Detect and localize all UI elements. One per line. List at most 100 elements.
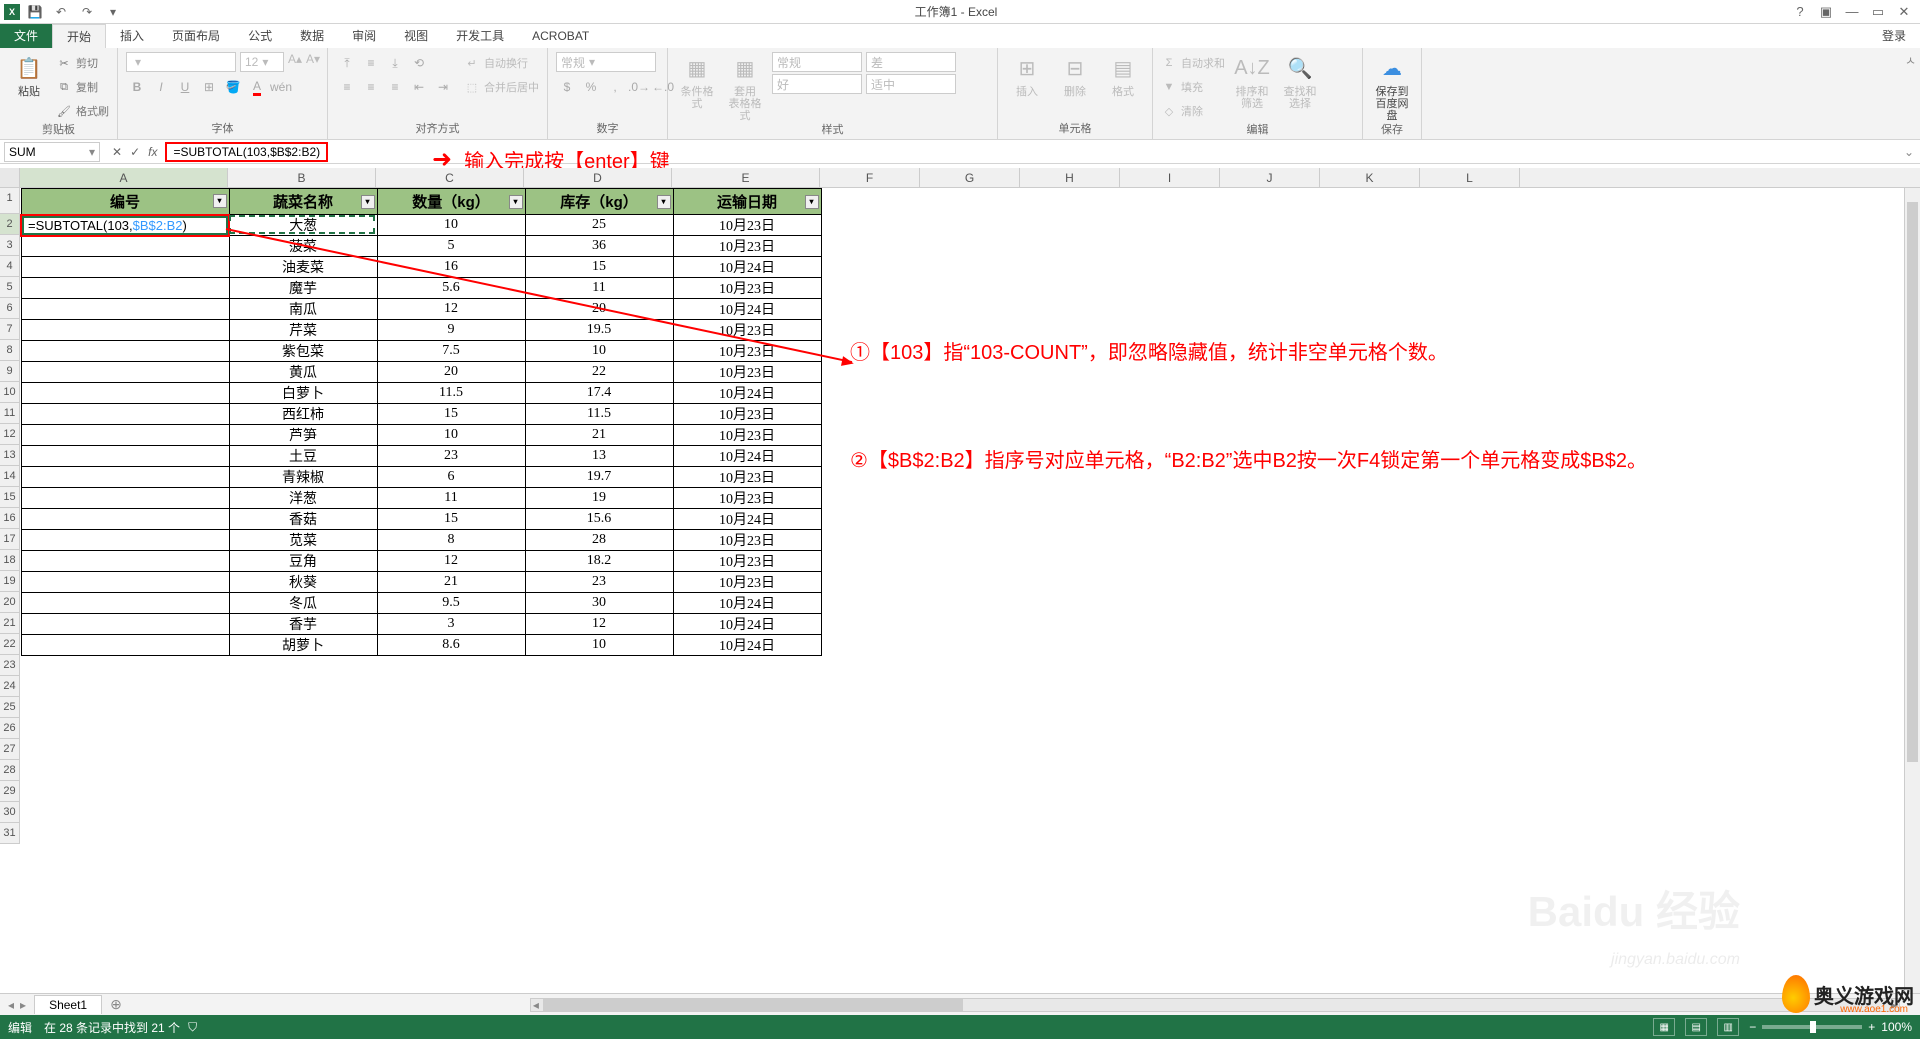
orientation-icon[interactable]: ⟲: [408, 52, 430, 74]
cell[interactable]: 28: [525, 530, 673, 551]
wrap-text-button[interactable]: ↵自动换行: [464, 52, 539, 74]
col-header-J[interactable]: J: [1220, 168, 1320, 187]
cell[interactable]: 7.5: [377, 341, 525, 362]
col-header-C[interactable]: C: [376, 168, 524, 187]
row-header-30[interactable]: 30: [0, 802, 20, 823]
cell[interactable]: 10: [525, 341, 673, 362]
cut-button[interactable]: ✂剪切: [56, 52, 109, 74]
cell[interactable]: 10月23日: [673, 467, 821, 488]
insert-cells-button[interactable]: ⊞插入: [1006, 52, 1048, 98]
cell[interactable]: 苋菜: [229, 530, 377, 551]
cell[interactable]: [21, 467, 229, 488]
cell[interactable]: 10月23日: [673, 425, 821, 446]
autosum-button[interactable]: Σ自动求和: [1161, 52, 1225, 74]
format-cells-button[interactable]: ▤格式: [1102, 52, 1144, 98]
cell[interactable]: 12: [377, 299, 525, 320]
cell[interactable]: 豆角: [229, 551, 377, 572]
cell[interactable]: 11: [377, 488, 525, 509]
vertical-scrollbar[interactable]: [1904, 188, 1920, 993]
row-header-21[interactable]: 21: [0, 613, 20, 634]
number-format-select[interactable]: 常规▾: [556, 52, 656, 72]
row-header-10[interactable]: 10: [0, 382, 20, 403]
sheet-tab-sheet1[interactable]: Sheet1: [34, 995, 102, 1014]
align-middle-icon[interactable]: ≡: [360, 52, 382, 74]
cell[interactable]: 8.6: [377, 635, 525, 656]
cell[interactable]: 10月24日: [673, 509, 821, 530]
cell[interactable]: 17.4: [525, 383, 673, 404]
cell[interactable]: [21, 278, 229, 299]
restore-icon[interactable]: ▭: [1866, 4, 1890, 20]
cell[interactable]: [21, 488, 229, 509]
cell[interactable]: 10月23日: [673, 572, 821, 593]
spreadsheet-grid[interactable]: ABCDEFGHIJKL 123456789101112131415161718…: [0, 168, 1920, 985]
qat-dropdown-icon[interactable]: ▾: [102, 2, 124, 22]
sheet-nav-prev-icon[interactable]: ◂: [8, 998, 14, 1012]
border-button[interactable]: ⊞: [198, 76, 220, 98]
col-header-F[interactable]: F: [820, 168, 920, 187]
cell[interactable]: [21, 446, 229, 467]
row-header-29[interactable]: 29: [0, 781, 20, 802]
zoom-slider[interactable]: [1762, 1025, 1862, 1029]
row-header-9[interactable]: 9: [0, 361, 20, 382]
cell[interactable]: 25: [525, 215, 673, 236]
align-left-icon[interactable]: ≡: [336, 76, 358, 98]
cell[interactable]: 10月24日: [673, 614, 821, 635]
cell[interactable]: 芹菜: [229, 320, 377, 341]
collapse-ribbon-icon[interactable]: ㅅ: [1905, 52, 1916, 69]
find-select-button[interactable]: 🔍查找和选择: [1279, 52, 1321, 110]
filter-dropdown-icon[interactable]: ▾: [213, 194, 227, 208]
tab-acrobat[interactable]: ACROBAT: [518, 24, 603, 48]
cancel-formula-icon[interactable]: ✕: [112, 145, 122, 159]
cell[interactable]: [21, 551, 229, 572]
row-header-15[interactable]: 15: [0, 487, 20, 508]
cell-editor[interactable]: =SUBTOTAL(103,$B$2:B2): [22, 216, 228, 235]
indent-inc-icon[interactable]: ⇥: [432, 76, 454, 98]
cell[interactable]: 23: [377, 446, 525, 467]
save-baidu-button[interactable]: ☁保存到 百度网盘: [1371, 52, 1413, 122]
col-header-A[interactable]: A: [20, 168, 228, 187]
row-header-26[interactable]: 26: [0, 718, 20, 739]
login-link[interactable]: 登录: [1868, 24, 1920, 48]
align-bottom-icon[interactable]: ⤓: [384, 52, 406, 74]
undo-icon[interactable]: ↶: [50, 2, 72, 22]
scrollbar-thumb[interactable]: [1907, 202, 1918, 762]
row-header-17[interactable]: 17: [0, 529, 20, 550]
cell[interactable]: 南瓜: [229, 299, 377, 320]
cell[interactable]: 10月24日: [673, 446, 821, 467]
cell[interactable]: 10: [377, 215, 525, 236]
indent-dec-icon[interactable]: ⇤: [408, 76, 430, 98]
cell[interactable]: 12: [525, 614, 673, 635]
cell[interactable]: 10月23日: [673, 530, 821, 551]
cell[interactable]: [21, 299, 229, 320]
cell[interactable]: 10月24日: [673, 593, 821, 614]
cell[interactable]: 10月24日: [673, 383, 821, 404]
select-all-corner[interactable]: [0, 168, 20, 187]
cell[interactable]: 11.5: [525, 404, 673, 425]
col-header-L[interactable]: L: [1420, 168, 1520, 187]
cell[interactable]: 香菇: [229, 509, 377, 530]
cell[interactable]: 10月23日: [673, 320, 821, 341]
cell[interactable]: 9.5: [377, 593, 525, 614]
sort-filter-button[interactable]: A↓Z排序和筛选: [1231, 52, 1273, 110]
row-header-11[interactable]: 11: [0, 403, 20, 424]
style-good[interactable]: 好: [772, 74, 862, 94]
formula-input[interactable]: =SUBTOTAL(103,$B$2:B2): [165, 142, 328, 162]
delete-cells-button[interactable]: ⊟删除: [1054, 52, 1096, 98]
cell[interactable]: 15: [377, 509, 525, 530]
cell[interactable]: [21, 362, 229, 383]
tab-page-layout[interactable]: 页面布局: [158, 24, 234, 48]
align-right-icon[interactable]: ≡: [384, 76, 406, 98]
cell[interactable]: 3: [377, 614, 525, 635]
scrollbar-thumb[interactable]: [543, 999, 963, 1011]
zoom-in-icon[interactable]: +: [1868, 1020, 1875, 1034]
cell[interactable]: 6: [377, 467, 525, 488]
cell[interactable]: 10月23日: [673, 236, 821, 257]
cell[interactable]: 10: [525, 635, 673, 656]
col-header-B[interactable]: B: [228, 168, 376, 187]
cell[interactable]: [21, 509, 229, 530]
cell[interactable]: 芦笋: [229, 425, 377, 446]
row-header-24[interactable]: 24: [0, 676, 20, 697]
cell[interactable]: 10月24日: [673, 635, 821, 656]
col-header-H[interactable]: H: [1020, 168, 1120, 187]
help-icon[interactable]: ?: [1788, 4, 1812, 20]
